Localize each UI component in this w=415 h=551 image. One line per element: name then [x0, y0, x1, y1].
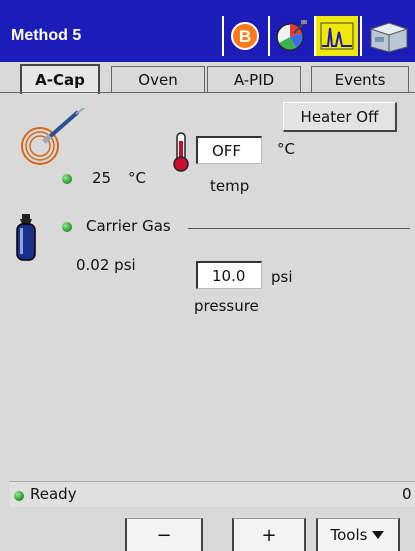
chromatogram-icon — [320, 22, 354, 50]
pressure-label: pressure — [194, 297, 259, 315]
temperature-label: temp — [210, 177, 250, 195]
carrier-gas-divider — [188, 228, 410, 229]
ready-status-indicator — [14, 491, 24, 501]
tools-menu-button[interactable]: Tools — [316, 518, 400, 551]
svg-text:B: B — [239, 27, 251, 46]
tools-label: Tools — [330, 526, 368, 544]
current-temperature-unit: °C — [128, 169, 146, 187]
tab-bar: A-Cap Oven A-PID Events — [0, 62, 415, 94]
carrier-gas-status-indicator — [62, 222, 72, 232]
b-circle-button[interactable]: B — [222, 16, 266, 56]
status-bar: Ready 0 — [10, 481, 415, 507]
status-count: 0 — [402, 485, 412, 503]
increment-button[interactable]: + — [232, 518, 306, 551]
settings-pie-button[interactable] — [268, 16, 312, 56]
chromatogram-button[interactable] — [314, 16, 358, 56]
tab-a-pid[interactable]: A-PID — [207, 66, 301, 92]
title-bar: Method 5 B — [0, 0, 415, 62]
capillary-column-icon — [21, 108, 85, 165]
instrument-icon — [368, 22, 409, 53]
temperature-unit: °C — [277, 140, 295, 158]
thermometer-icon — [173, 132, 189, 172]
pressure-setpoint-input[interactable]: 10.0 — [196, 261, 262, 289]
carrier-gas-label: Carrier Gas — [86, 217, 171, 235]
chevron-down-icon — [372, 531, 385, 539]
b-circle-icon: B — [231, 22, 259, 50]
settings-pie-icon — [276, 20, 307, 51]
temperature-setpoint-input[interactable]: OFF — [196, 136, 262, 164]
bottom-toolbar: − + Tools — [0, 508, 415, 551]
status-text: Ready — [30, 485, 77, 503]
tab-a-cap[interactable]: A-Cap — [20, 64, 100, 94]
tab-events[interactable]: Events — [311, 66, 409, 92]
instrument-button[interactable] — [360, 16, 415, 56]
pressure-unit: psi — [271, 268, 293, 286]
tab-oven[interactable]: Oven — [111, 66, 205, 92]
method-title: Method 5 — [11, 27, 82, 44]
heater-off-button[interactable]: Heater Off — [283, 102, 397, 132]
gas-cylinder-icon — [16, 214, 36, 261]
decrement-button[interactable]: − — [125, 518, 203, 551]
temperature-status-indicator — [62, 174, 72, 184]
current-temperature: 25 — [92, 169, 112, 187]
current-pressure: 0.02 psi — [76, 256, 136, 274]
tab-panel-border — [0, 92, 415, 93]
